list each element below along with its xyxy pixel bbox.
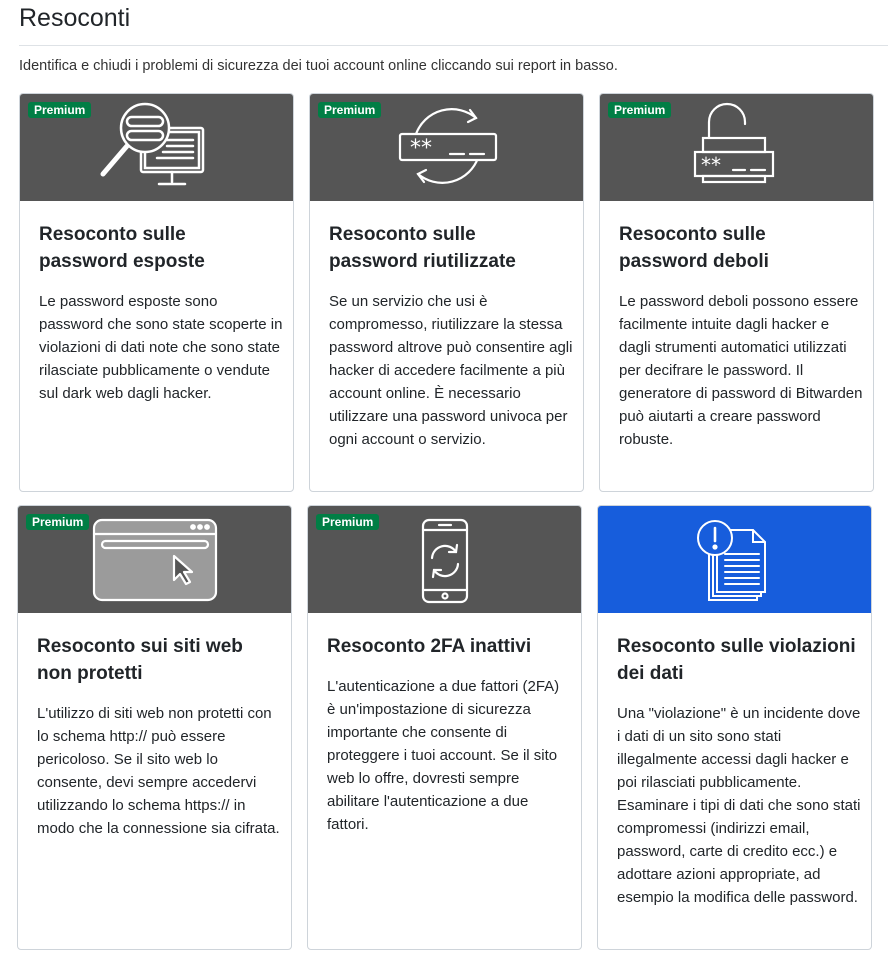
card-title: Resoconto sui siti web non protetti <box>37 636 243 684</box>
premium-badge: Premium <box>28 102 92 118</box>
title-divider <box>19 45 888 46</box>
card-header <box>598 506 871 613</box>
phone-sync-icon <box>421 518 468 604</box>
magnifier-monitor-icon <box>100 102 204 186</box>
report-card-inactive-2fa[interactable]: Premium Resoconto 2FA inattivi L'autenti… <box>307 505 582 950</box>
card-header: Premium <box>308 506 581 613</box>
card-header: Premium ** <box>600 94 873 201</box>
card-description: L'autenticazione a due fattori (2FA) è u… <box>327 678 560 833</box>
card-description: Le password deboli possono essere facilm… <box>619 293 863 448</box>
premium-badge: Premium <box>608 102 672 118</box>
card-title: Resoconto sulle password riutilizzate <box>329 224 516 272</box>
premium-badge: Premium <box>316 514 380 530</box>
report-card-weak-passwords[interactable]: Premium ** Resoconto sulle password debo… <box>599 93 874 492</box>
page-title: Resoconti <box>19 4 131 32</box>
page-intro: Identifica e chiudi i problemi di sicure… <box>19 58 618 74</box>
card-title: Resoconto sulle violazioni dei dati <box>617 636 856 684</box>
reused-password-icon: ** <box>398 108 497 184</box>
report-card-exposed-passwords[interactable]: Premium Resoconto sulle password esposte… <box>19 93 294 492</box>
card-description: L'utilizzo di siti web non protetti con … <box>37 705 280 837</box>
report-card-data-breaches[interactable]: Resoconto sulle violazioni dei dati Una … <box>597 505 872 950</box>
card-description: Le password esposte sono password che so… <box>39 293 283 402</box>
report-card-unsecured-websites[interactable]: Premium Resoconto sui siti web non prote… <box>17 505 292 950</box>
svg-text:**: ** <box>410 136 432 161</box>
report-card-reused-passwords[interactable]: Premium ** Resoconto sulle password riut… <box>309 93 584 492</box>
premium-badge: Premium <box>26 514 90 530</box>
svg-text:**: ** <box>701 153 721 177</box>
card-title: Resoconto 2FA inattivi <box>327 636 532 657</box>
breach-documents-icon <box>696 520 766 601</box>
card-header: Premium <box>18 506 291 613</box>
card-title: Resoconto sulle password esposte <box>39 224 205 272</box>
card-header: Premium ** <box>310 94 583 201</box>
weak-password-lock-icon: ** <box>693 102 774 184</box>
card-header: Premium <box>20 94 293 201</box>
card-description: Se un servizio che usi è compromesso, ri… <box>329 293 573 448</box>
premium-badge: Premium <box>318 102 382 118</box>
card-description: Una "violazione" è un incidente dove i d… <box>617 705 861 906</box>
browser-cursor-icon <box>92 518 217 602</box>
card-title: Resoconto sulle password deboli <box>619 224 769 272</box>
